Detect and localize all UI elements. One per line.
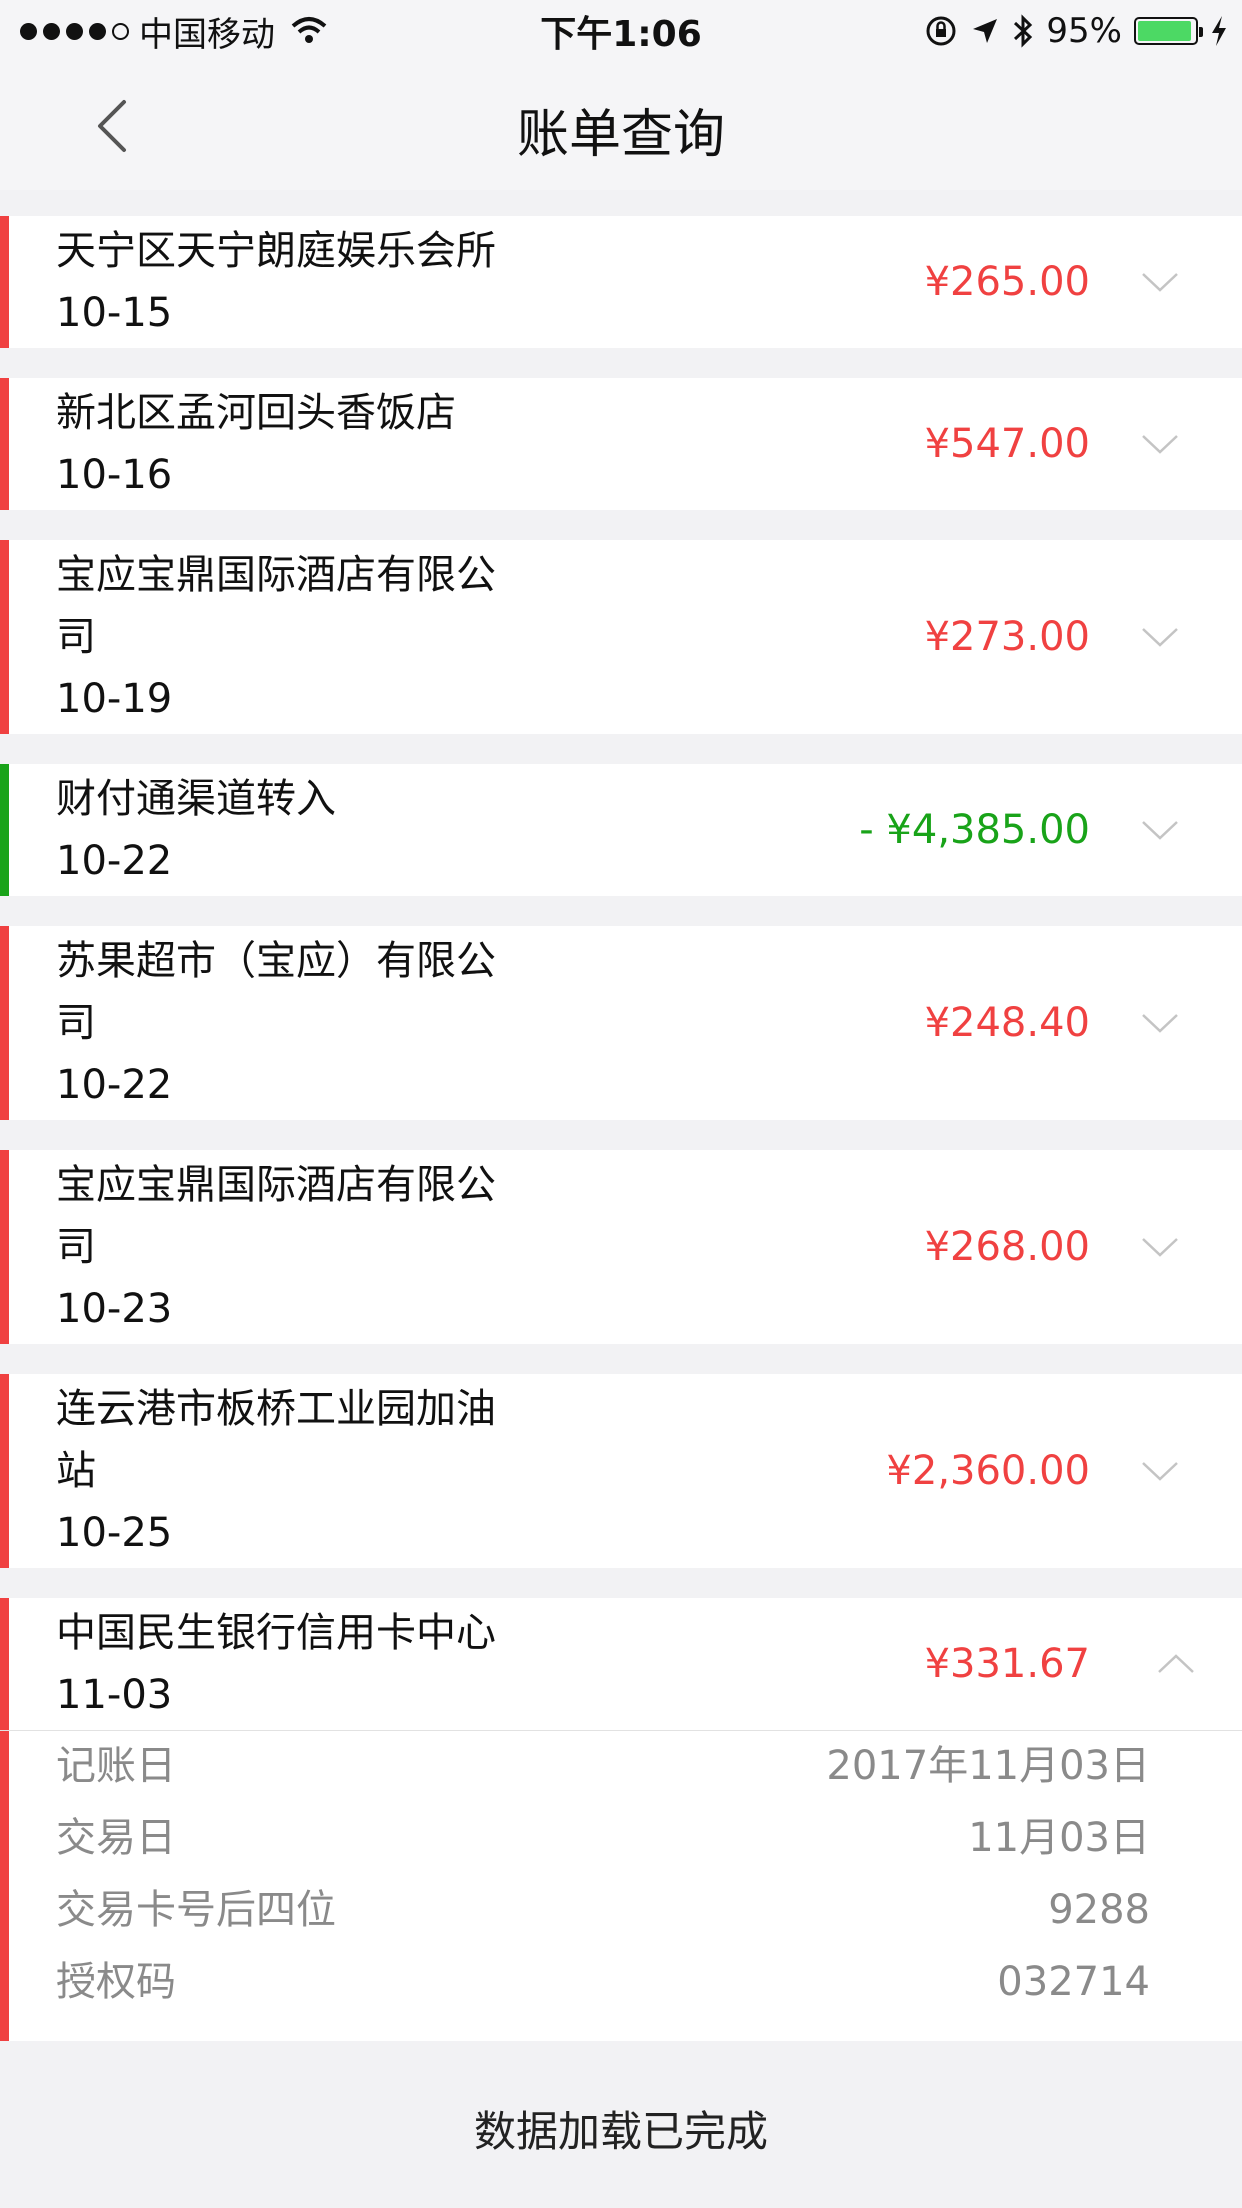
- detail-value: 2017年11月03日: [826, 1743, 1150, 1789]
- transaction-amount: ¥547.00: [924, 421, 1090, 467]
- transaction-amount: ¥265.00: [924, 259, 1090, 305]
- transaction-header[interactable]: 宝应宝鼎国际酒店有限公司 10-23 ¥268.00: [0, 1150, 1242, 1344]
- merchant-name: 中国民生银行信用卡中心: [56, 1602, 526, 1664]
- transaction-item[interactable]: 天宁区天宁朗庭娱乐会所 10-15 ¥265.00: [0, 216, 1242, 348]
- load-complete-message: 数据加载已完成: [473, 2107, 768, 2156]
- transaction-header[interactable]: 苏果超市（宝应）有限公司 10-22 ¥248.40: [0, 926, 1242, 1120]
- transaction-date: 10-15: [56, 290, 173, 336]
- transaction-header[interactable]: 宝应宝鼎国际酒店有限公司 10-19 ¥273.00: [0, 540, 1242, 734]
- merchant-name: 宝应宝鼎国际酒店有限公司: [56, 544, 526, 668]
- merchant-name: 新北区孟河回头香饭店: [56, 382, 526, 444]
- detail-label: 交易卡号后四位: [56, 1887, 336, 1933]
- merchant-name-line: 财付通渠道转入: [56, 776, 336, 822]
- merchant-name-line: 连云港市板桥工业园加油: [56, 1386, 496, 1432]
- merchant-name-line: 司: [56, 614, 96, 660]
- navigation-bar: 账单查询: [0, 62, 1242, 190]
- status-bar: 中国移动 下午1:06 95%: [0, 0, 1242, 62]
- chevron-down-icon[interactable]: [1140, 424, 1180, 464]
- transaction-amount: ¥248.40: [924, 1000, 1090, 1046]
- transaction-amount: ¥273.00: [924, 614, 1090, 660]
- transaction-amount: ¥268.00: [924, 1224, 1090, 1270]
- detail-row: 记账日 2017年11月03日: [56, 1735, 1150, 1797]
- merchant-name-line: 站: [56, 1448, 96, 1494]
- transaction-item[interactable]: 财付通渠道转入 10-22 - ¥4,385.00: [0, 764, 1242, 896]
- transaction-amount: ¥331.67: [924, 1641, 1090, 1687]
- detail-label: 授权码: [56, 1959, 176, 2005]
- merchant-name-line: 天宁区天宁朗庭娱乐会所: [56, 228, 496, 274]
- chevron-down-icon[interactable]: [1140, 1003, 1180, 1043]
- transaction-header[interactable]: 财付通渠道转入 10-22 - ¥4,385.00: [0, 764, 1242, 896]
- detail-value: 9288: [1048, 1887, 1150, 1933]
- page-title: 账单查询: [516, 105, 725, 165]
- transaction-header[interactable]: 天宁区天宁朗庭娱乐会所 10-15 ¥265.00: [0, 216, 1242, 348]
- transaction-date: 10-25: [56, 1510, 173, 1556]
- transaction-date: 11-03: [56, 1672, 173, 1718]
- detail-value: 11月03日: [968, 1815, 1150, 1861]
- location-arrow-icon: [973, 19, 998, 43]
- transaction-item[interactable]: 中国民生银行信用卡中心 11-03 ¥331.67 记账日 2017年11月03日交易日…: [0, 1598, 1242, 2041]
- chevron-down-icon[interactable]: [1140, 1451, 1180, 1491]
- transaction-amount: ¥2,360.00: [886, 1448, 1090, 1494]
- merchant-name-line: 苏果超市（宝应）有限公: [56, 938, 496, 984]
- transaction-amount: - ¥4,385.00: [859, 807, 1090, 853]
- transaction-header[interactable]: 连云港市板桥工业园加油站 10-25 ¥2,360.00: [0, 1374, 1242, 1568]
- transaction-item[interactable]: 连云港市板桥工业园加油站 10-25 ¥2,360.00: [0, 1374, 1242, 1568]
- bluetooth-icon: [1014, 14, 1033, 48]
- charging-bolt-icon: [1212, 16, 1226, 46]
- merchant-name: 连云港市板桥工业园加油站: [56, 1378, 526, 1502]
- merchant-name-line: 新北区孟河回头香饭店: [56, 390, 456, 436]
- chevron-down-icon[interactable]: [1140, 810, 1180, 850]
- transaction-date: 10-22: [56, 838, 173, 884]
- merchant-name-line: 司: [56, 1000, 96, 1046]
- transaction-list: 天宁区天宁朗庭娱乐会所 10-15 ¥265.00 新北区孟河回头香饭店 10-16 ¥5…: [0, 216, 1242, 2071]
- transaction-header[interactable]: 中国民生银行信用卡中心 11-03 ¥331.67: [0, 1598, 1242, 1730]
- transaction-details: 记账日 2017年11月03日交易日 11月03日交易卡号后四位 9288 授权码 032…: [0, 1730, 1242, 2041]
- merchant-name-line: 司: [56, 1224, 96, 1270]
- chevron-down-icon[interactable]: [1140, 617, 1180, 657]
- transaction-item[interactable]: 新北区孟河回头香饭店 10-16 ¥547.00: [0, 378, 1242, 510]
- merchant-name: 宝应宝鼎国际酒店有限公司: [56, 1154, 526, 1278]
- transaction-date: 10-19: [56, 676, 173, 722]
- merchant-name: 苏果超市（宝应）有限公司: [56, 930, 526, 1054]
- transaction-date: 10-23: [56, 1286, 173, 1332]
- transaction-date: 10-22: [56, 1062, 173, 1108]
- detail-row: 授权码 032714: [56, 1951, 1150, 2013]
- orientation-lock-icon: [926, 16, 956, 46]
- merchant-name-line: 宝应宝鼎国际酒店有限公: [56, 552, 496, 598]
- merchant-name-line: 宝应宝鼎国际酒店有限公: [56, 1162, 496, 1208]
- chevron-up-icon[interactable]: [1156, 1644, 1196, 1684]
- detail-row: 交易日 11月03日: [56, 1807, 1150, 1869]
- detail-value: 032714: [997, 1959, 1150, 2005]
- merchant-name: 天宁区天宁朗庭娱乐会所: [56, 220, 526, 282]
- detail-label: 记账日: [56, 1743, 176, 1789]
- chevron-down-icon[interactable]: [1140, 262, 1180, 302]
- chevron-down-icon[interactable]: [1140, 1227, 1180, 1267]
- status-right: 95%: [924, 8, 1228, 54]
- detail-row: 交易卡号后四位 9288: [56, 1879, 1150, 1941]
- battery-icon: [1134, 17, 1203, 45]
- merchant-name-line: 中国民生银行信用卡中心: [56, 1610, 496, 1656]
- transaction-header[interactable]: 新北区孟河回头香饭店 10-16 ¥547.00: [0, 378, 1242, 510]
- transaction-item[interactable]: 苏果超市（宝应）有限公司 10-22 ¥248.40: [0, 926, 1242, 1120]
- transaction-date: 10-16: [56, 452, 173, 498]
- detail-label: 交易日: [56, 1815, 176, 1861]
- transaction-item[interactable]: 宝应宝鼎国际酒店有限公司 10-19 ¥273.00: [0, 540, 1242, 734]
- transaction-item[interactable]: 宝应宝鼎国际酒店有限公司 10-23 ¥268.00: [0, 1150, 1242, 1344]
- battery-percent: 95%: [1046, 11, 1122, 51]
- merchant-name: 财付通渠道转入: [56, 768, 526, 830]
